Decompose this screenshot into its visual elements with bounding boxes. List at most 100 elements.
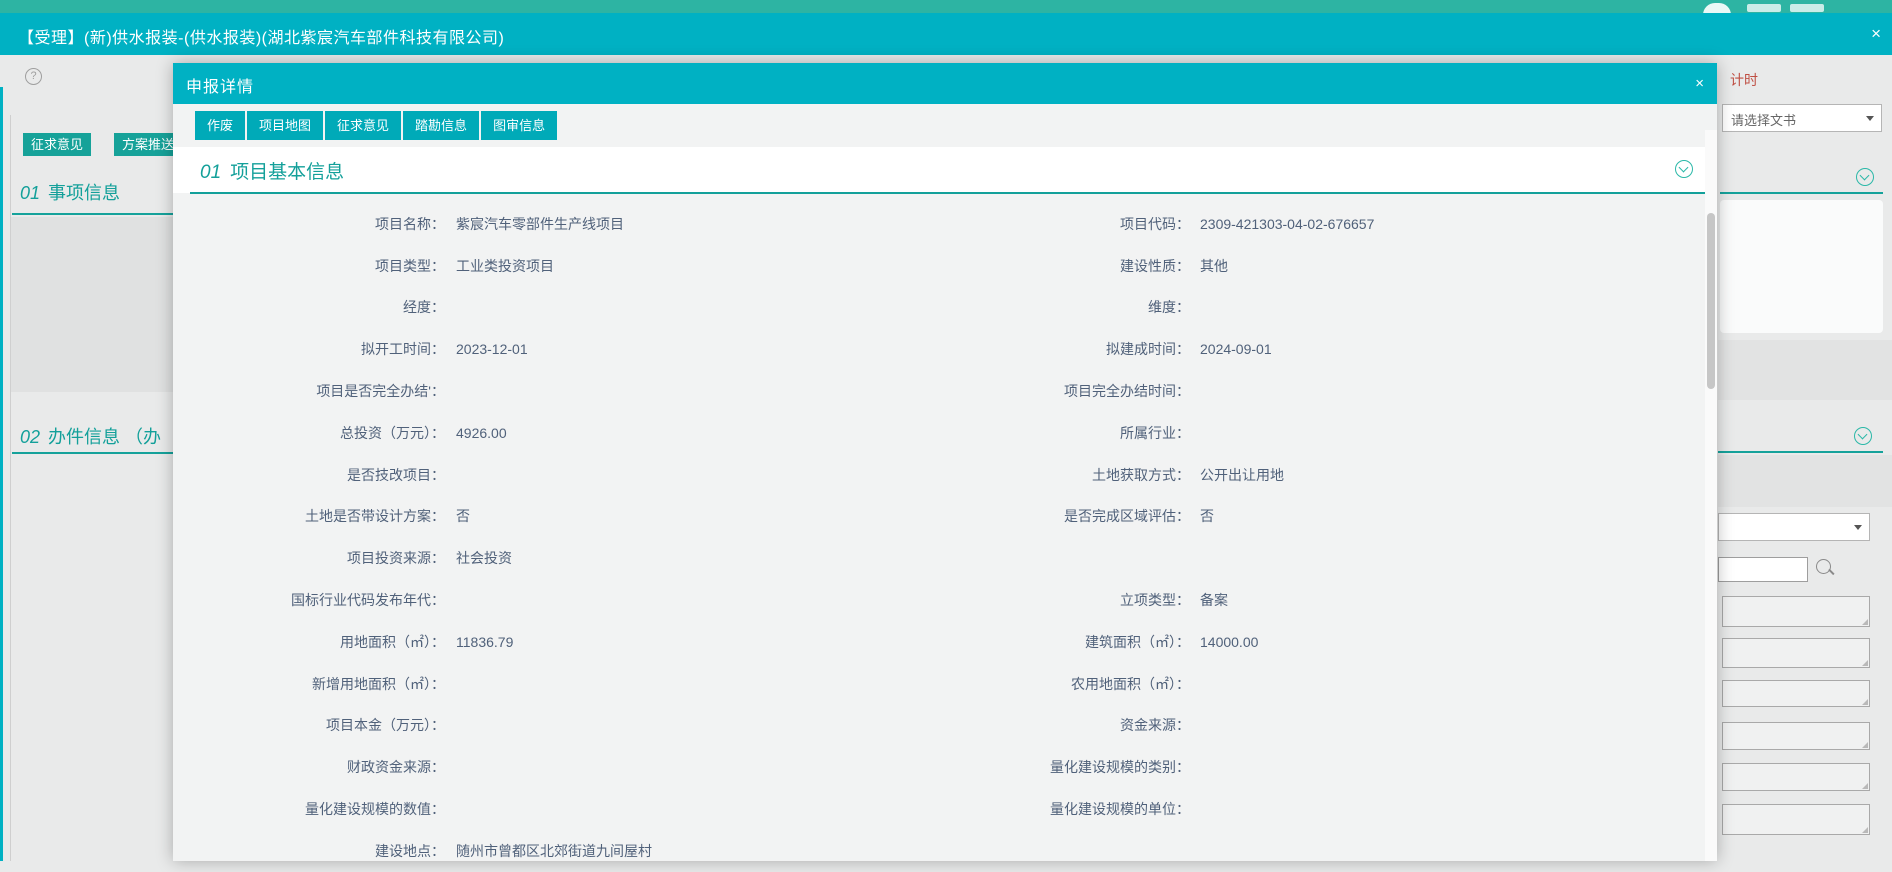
right-section-divider — [1718, 451, 1883, 453]
collapse-chevron-icon[interactable] — [1854, 427, 1872, 445]
document-select-value: 请选择文书 — [1731, 110, 1796, 129]
field-label: 项目是否完全办结'： — [173, 381, 445, 401]
field-label: 财政资金来源： — [173, 757, 445, 777]
field-label: 国标行业代码发布年代： — [173, 590, 445, 610]
modal-scrollbar-track[interactable] — [1705, 130, 1717, 861]
window-close-icon[interactable]: × — [1871, 25, 1881, 42]
field-value: 2023-12-01 — [456, 341, 871, 357]
field-value: 其他 — [1200, 256, 1706, 276]
chevron-down-icon — [1854, 525, 1862, 530]
username-clipped-text — [1747, 4, 1781, 12]
field-value: 否 — [456, 506, 871, 526]
section-title: 事项信息 — [48, 183, 120, 203]
field-label: 建筑面积（㎡）： — [871, 632, 1190, 652]
form-row: 财政资金来源： 量化建设规模的类别： — [173, 746, 1706, 788]
section-body-panel — [11, 217, 173, 392]
field-label: 农用地面积（㎡）： — [871, 674, 1190, 694]
section-divider — [190, 192, 1706, 194]
material-textarea[interactable] — [1722, 596, 1870, 627]
field-value: 备案 — [1200, 590, 1706, 610]
field-label: 量化建设规模的类别： — [871, 757, 1190, 777]
right-grey-block — [1718, 455, 1892, 507]
field-label: 土地获取方式： — [871, 465, 1190, 485]
field-value: 工业类投资项目 — [456, 256, 871, 276]
section-number: 02 — [20, 427, 40, 447]
form-row: 总投资（万元）： 4926.00所属行业： — [173, 412, 1706, 454]
form-row: 土地是否带设计方案：否是否完成区域评估：否 — [173, 496, 1706, 538]
field-value: 随州市曾都区北郊街道九间屋村 — [456, 841, 871, 861]
search-icon[interactable] — [1816, 559, 1831, 574]
form-row: 量化建设规模的数值： 量化建设规模的单位： — [173, 788, 1706, 830]
tab-project-map[interactable]: 项目地图 — [247, 111, 323, 140]
material-textarea[interactable] — [1722, 763, 1870, 791]
field-value: 否 — [1200, 506, 1706, 526]
right-section-divider — [1720, 192, 1883, 194]
form-row: 是否技改项目： 土地获取方式： 公开出让用地 — [173, 454, 1706, 496]
section-title: 项目基本信息 — [230, 162, 344, 183]
form-row: 项目是否完全办结'： 项目完全办结时间： — [173, 370, 1706, 412]
help-icon[interactable]: ? — [25, 68, 42, 85]
tab-solicit-opinion[interactable]: 征求意见 — [325, 111, 401, 140]
field-value: 紫宸汽车零部件生产线项目 — [456, 214, 871, 234]
plan-push-button[interactable]: 方案推送 — [114, 133, 182, 156]
form-row: 建设地点： 随州市曾都区北郊街道九间屋村 — [173, 830, 1706, 872]
right-grey-block — [1718, 340, 1892, 400]
user-menu-clipped-text — [1790, 4, 1824, 12]
field-label: 建设性质： — [871, 256, 1190, 276]
window-title-bar: 【受理】(新)供水报装-(供水报装)(湖北紫宸汽车部件科技有限公司) × — [0, 13, 1892, 55]
field-label: 项目本金（万元）： — [173, 715, 445, 735]
field-label: 资金来源： — [871, 715, 1190, 735]
section-matter-info: 01 事项信息 — [20, 179, 120, 205]
tab-survey-info[interactable]: 踏勘信息 — [403, 111, 479, 140]
form-row: 项目投资来源：社会投资 — [173, 537, 1706, 579]
timer-label: 计时 — [1730, 70, 1758, 90]
field-label: 土地是否带设计方案： — [173, 506, 445, 526]
material-textarea[interactable] — [1722, 804, 1870, 835]
window-title: 【受理】(新)供水报装-(供水报装)(湖北紫宸汽车部件科技有限公司) — [18, 24, 504, 48]
chevron-down-icon — [1866, 116, 1874, 121]
field-label: 是否技改项目： — [173, 465, 445, 485]
field-label: 经度： — [173, 297, 445, 317]
material-textarea[interactable] — [1722, 680, 1870, 707]
modal-close-icon[interactable]: × — [1695, 75, 1704, 92]
form-row: 项目类型：工业类投资项目建设性质：其他 — [173, 245, 1706, 287]
top-user-strip — [0, 0, 1892, 13]
modal-scrollbar-thumb[interactable] — [1707, 213, 1715, 389]
field-label: 所属行业： — [871, 423, 1190, 443]
material-select[interactable] — [1718, 513, 1870, 541]
document-select[interactable]: 请选择文书 — [1722, 104, 1882, 132]
left-accent-line — [0, 87, 3, 861]
modal-tab-bar: 作废项目地图征求意见踏勘信息图审信息 — [195, 111, 557, 140]
search-input[interactable] — [1718, 557, 1808, 582]
solicit-opinion-button[interactable]: 征求意见 — [23, 133, 91, 156]
field-label: 项目完全办结时间： — [871, 381, 1190, 401]
collapse-chevron-icon[interactable] — [1675, 160, 1693, 178]
section-divider — [12, 452, 173, 454]
collapse-chevron-icon[interactable] — [1856, 168, 1874, 186]
form-row: 项目名称：紫宸汽车零部件生产线项目项目代码：2309-421303-04-02-… — [173, 203, 1706, 245]
material-textarea[interactable] — [1722, 722, 1870, 750]
field-label: 建设地点： — [173, 841, 445, 861]
form-row: 新增用地面积（㎡）：农用地面积（㎡）： — [173, 663, 1706, 705]
material-textarea[interactable] — [1722, 638, 1870, 668]
field-value: 2024-09-01 — [1200, 341, 1706, 357]
project-basic-info-header: 01项目基本信息 — [173, 147, 1706, 193]
right-white-panel — [1720, 200, 1883, 333]
form-row: 项目本金（万元）： 资金来源： — [173, 705, 1706, 747]
section-divider — [12, 213, 173, 215]
tab-invalidate[interactable]: 作废 — [195, 111, 245, 140]
field-label: 立项类型： — [871, 590, 1190, 610]
project-basic-info-form: 项目名称：紫宸汽车零部件生产线项目项目代码：2309-421303-04-02-… — [173, 203, 1706, 872]
field-label: 量化建设规模的单位： — [871, 799, 1190, 819]
section-number: 01 — [20, 183, 40, 203]
field-label: 项目投资来源： — [173, 548, 445, 568]
field-value: 4926.00 — [456, 425, 871, 441]
field-value: 公开出让用地 — [1200, 465, 1706, 485]
field-value: 14000.00 — [1200, 634, 1706, 650]
form-row: 国标行业代码发布年代： 立项类型： 备案 — [173, 579, 1706, 621]
tab-drawing-review-info[interactable]: 图审信息 — [481, 111, 557, 140]
field-label: 量化建设规模的数值： — [173, 799, 445, 819]
field-label: 项目名称： — [173, 214, 445, 234]
field-label: 拟建成时间： — [871, 339, 1190, 359]
field-label: 总投资（万元）： — [173, 423, 445, 443]
